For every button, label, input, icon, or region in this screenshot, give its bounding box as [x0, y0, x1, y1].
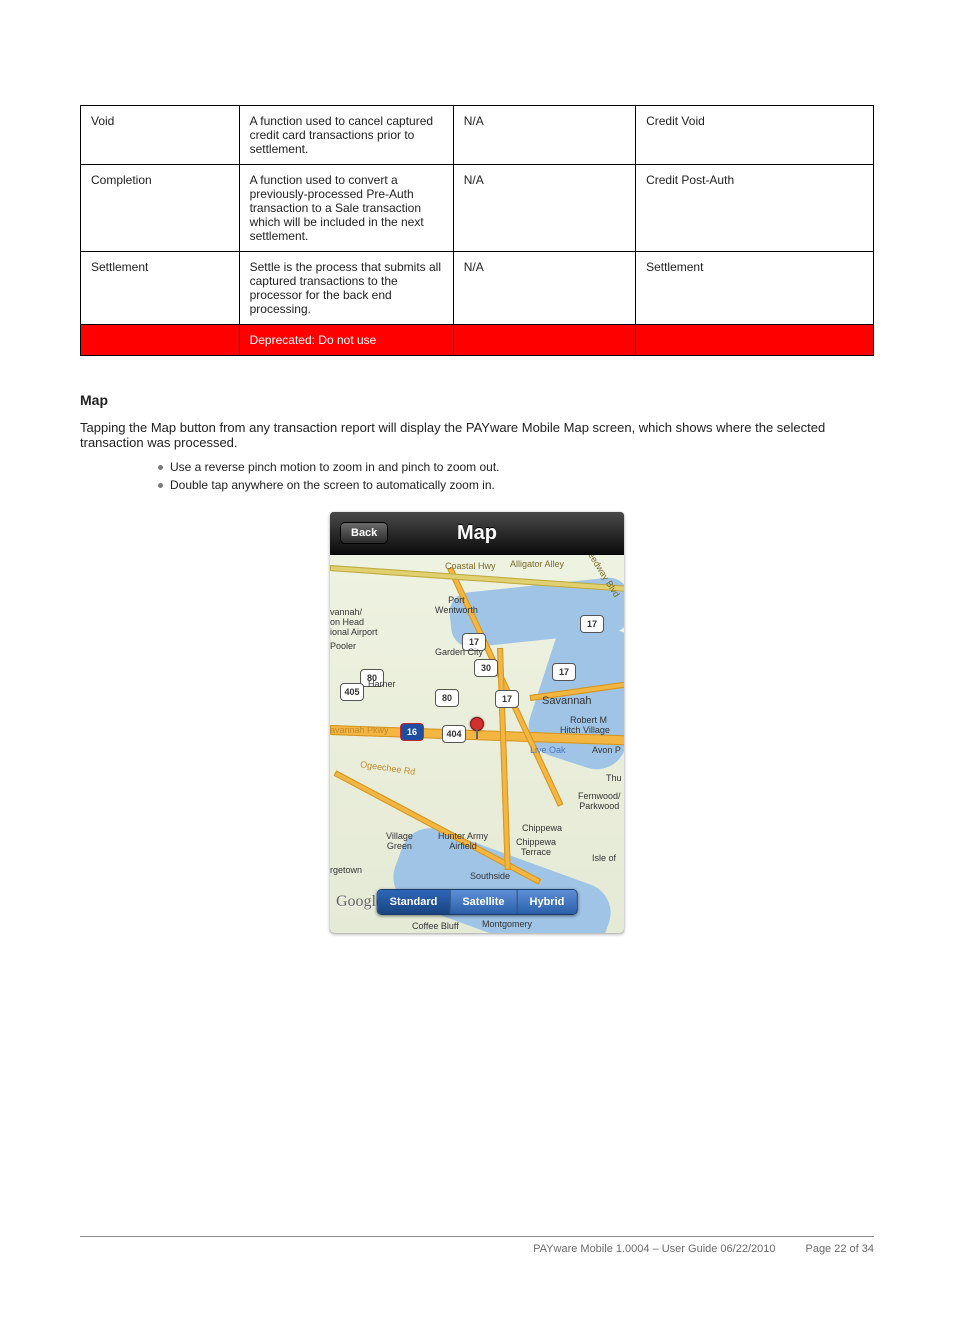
map-label: Isle of — [592, 853, 616, 863]
cell: N/A — [453, 252, 635, 325]
map-label: Hitch Village — [560, 725, 610, 735]
map-label: Montgomery — [482, 919, 532, 929]
road — [497, 648, 511, 870]
map-label: Robert M — [570, 715, 607, 725]
route-shield: 80 — [435, 689, 459, 707]
map-label: vannah/ — [330, 607, 362, 617]
map-label: ional Airport — [330, 627, 378, 637]
table-row: Void A function used to cancel captured … — [81, 106, 874, 165]
route-shield: 30 — [474, 659, 498, 677]
map-label: on Head — [330, 617, 364, 627]
map-label: Hunter Army Airfield — [438, 831, 488, 851]
segment-hybrid[interactable]: Hybrid — [518, 890, 577, 914]
transactions-table: Void A function used to cancel captured … — [80, 105, 874, 356]
footer-page: Page 22 of 34 — [805, 1243, 874, 1255]
route-shield: 17 — [495, 690, 519, 708]
page-footer: PAYware Mobile 1.0004 – User Guide 06/22… — [0, 1236, 954, 1255]
map-label: Chippewa — [522, 823, 562, 833]
route-shield: 405 — [340, 683, 364, 701]
map-label: Savannah — [542, 695, 592, 707]
cell: N/A — [453, 106, 635, 165]
phone-mockup: Back Map — [330, 512, 624, 933]
map-label: Harner — [368, 679, 396, 689]
map-label: Avon P — [592, 745, 621, 755]
map-label: Port Wentworth — [435, 595, 478, 615]
map-label: Ogeechee Rd — [360, 759, 416, 777]
route-shield: 404 — [442, 725, 466, 743]
map-label: Live Oak — [530, 745, 566, 755]
route-shield: 17 — [552, 663, 576, 681]
table-row: Completion A function used to convert a … — [81, 165, 874, 252]
map-label: Thu — [606, 773, 622, 783]
map-section: Map Tapping the Map button from any tran… — [80, 392, 874, 933]
map-label: avannah Pkwy — [330, 725, 389, 735]
tips-list: Use a reverse pinch motion to zoom in an… — [80, 460, 874, 492]
cell — [453, 325, 635, 356]
cell: Settle is the process that submits all c… — [239, 252, 453, 325]
cell: Credit Void — [636, 106, 874, 165]
map-label: Coffee Bluff — [412, 921, 459, 931]
table-row-deprecated: Deprecated: Do not use — [81, 325, 874, 356]
map-pin-icon — [470, 717, 484, 731]
map-label: Southside — [470, 871, 510, 881]
section-heading: Map — [80, 392, 874, 408]
list-item: Double tap anywhere on the screen to aut… — [170, 478, 874, 492]
cell: Deprecated: Do not use — [239, 325, 453, 356]
map-canvas[interactable]: 80 405 80 17 30 17 404 17 17 16 Coastal … — [330, 555, 624, 933]
cell — [636, 325, 874, 356]
cell — [81, 325, 240, 356]
cell: Settlement — [636, 252, 874, 325]
map-label: Village Green — [386, 831, 413, 851]
cell: Credit Post-Auth — [636, 165, 874, 252]
interstate-shield: 16 — [400, 723, 424, 741]
footer-product: PAYware Mobile 1.0004 – User Guide 06/22… — [533, 1243, 775, 1255]
cell: N/A — [453, 165, 635, 252]
back-button[interactable]: Back — [340, 522, 388, 544]
map-type-segmented: Standard Satellite Hybrid — [377, 889, 578, 915]
map-label: Pooler — [330, 641, 356, 651]
map-label: Chippewa Terrace — [516, 837, 556, 857]
cell: Settlement — [81, 252, 240, 325]
map-label: Coastal Hwy — [445, 561, 496, 571]
section-intro: Tapping the Map button from any transact… — [80, 420, 874, 450]
map-label: Garden City — [435, 647, 483, 657]
table-row: Settlement Settle is the process that su… — [81, 252, 874, 325]
map-label: rgetown — [330, 865, 362, 875]
segment-standard[interactable]: Standard — [378, 890, 451, 914]
cell: A function used to cancel captured credi… — [239, 106, 453, 165]
cell: Completion — [81, 165, 240, 252]
list-item: Use a reverse pinch motion to zoom in an… — [170, 460, 874, 474]
segment-satellite[interactable]: Satellite — [450, 890, 517, 914]
cell: A function used to convert a previously-… — [239, 165, 453, 252]
map-label: Fernwood/ Parkwood — [578, 791, 621, 811]
cell: Void — [81, 106, 240, 165]
phone-header: Back Map — [330, 512, 624, 555]
map-label: Alligator Alley — [510, 559, 564, 569]
document-page: Void A function used to cancel captured … — [0, 105, 954, 1340]
route-shield: 17 — [580, 615, 604, 633]
